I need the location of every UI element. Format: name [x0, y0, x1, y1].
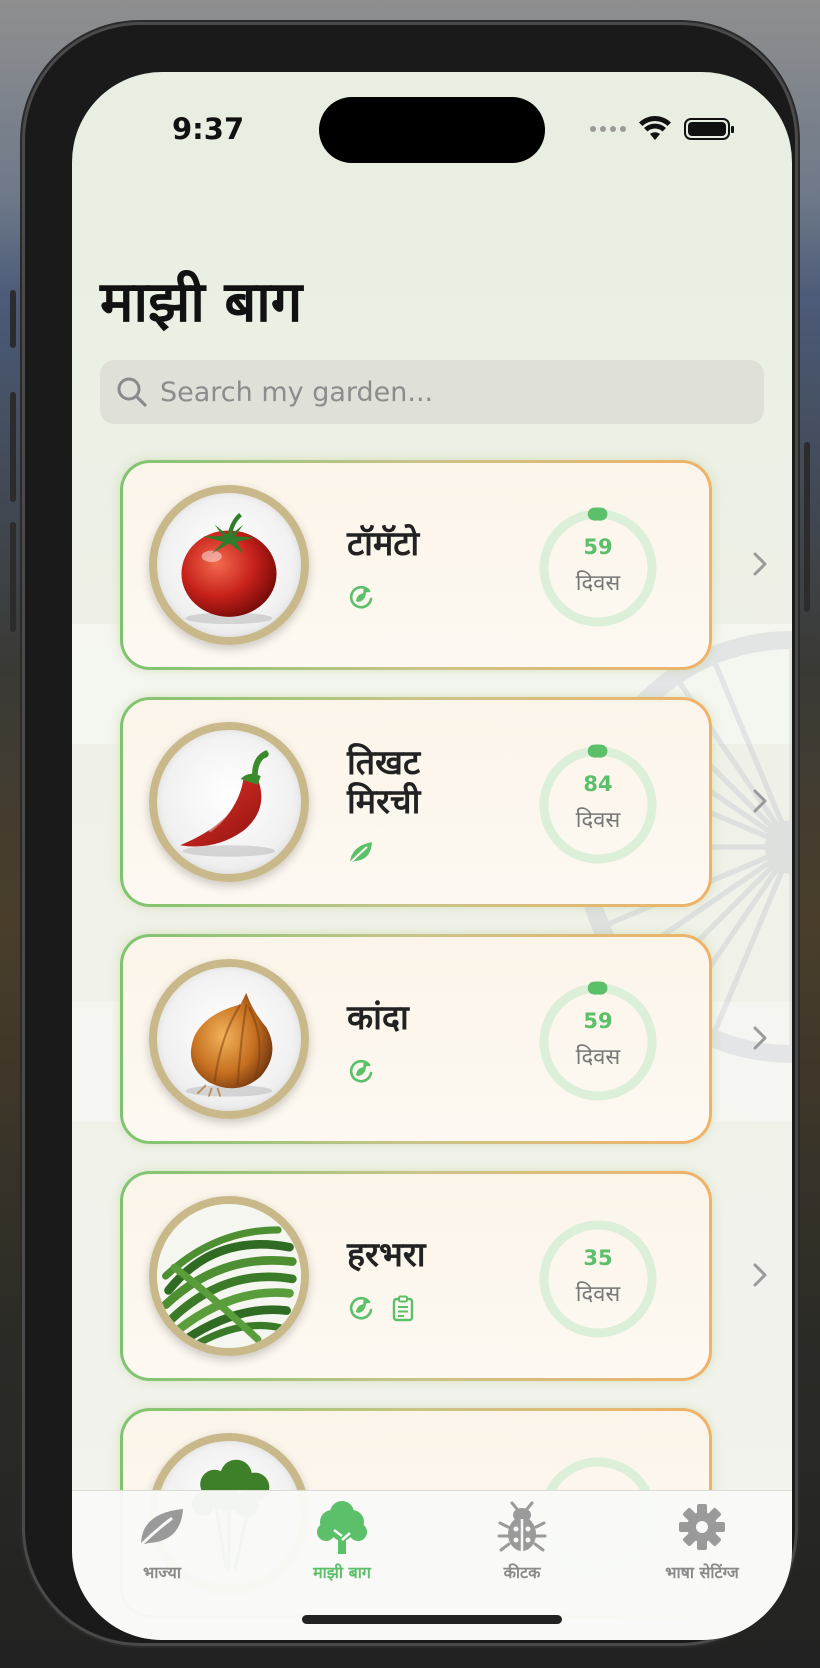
- page-title: माझी बाग: [100, 270, 303, 335]
- tab-vegetables[interactable]: भाज्या: [72, 1491, 252, 1640]
- bug-icon: [494, 1501, 550, 1553]
- plant-card[interactable]: कांदा 59 दिवस: [120, 934, 712, 1144]
- plant-name: हरभरा: [347, 1235, 426, 1275]
- wifi-icon: [639, 116, 671, 140]
- leaf-icon: [347, 838, 375, 866]
- plant-tags: [347, 1057, 375, 1085]
- gear-icon: [674, 1501, 730, 1553]
- plant-card[interactable]: टॉमॅटो 59 दिवस: [120, 460, 712, 670]
- status-indicators: [590, 116, 734, 142]
- battery-icon: [684, 118, 734, 140]
- search-bar[interactable]: [100, 360, 764, 424]
- chevron-right-icon[interactable]: [750, 1261, 770, 1289]
- tab-language-settings[interactable]: भाषा सेटिंग्ज: [612, 1491, 792, 1640]
- days-count: 59: [583, 535, 613, 559]
- app-screen: 9:37 माझी बाग Search my garden... टॉमॅटो…: [72, 72, 792, 1640]
- plant-tags: [347, 1294, 417, 1322]
- plant-name: कांदा: [347, 998, 409, 1038]
- days-progress-ring: 35 दिवस: [535, 1216, 661, 1342]
- plant-name: टॉमॅटो: [347, 524, 420, 564]
- days-progress-ring: 59 दिवस: [535, 979, 661, 1105]
- days-progress-ring: 84 दिवस: [535, 742, 661, 868]
- plant-tags: [347, 838, 375, 866]
- chevron-right-icon[interactable]: [750, 1024, 770, 1052]
- days-count: 84: [583, 772, 613, 796]
- plant-tags: [347, 583, 375, 611]
- side-button-volume-down: [10, 522, 16, 632]
- plant-image: [149, 485, 309, 645]
- rotate-icon: [347, 583, 375, 611]
- days-count: 59: [583, 1009, 613, 1033]
- days-label: दिवस: [575, 1282, 621, 1307]
- plant-name: तिखट मिरची: [347, 743, 421, 823]
- home-indicator[interactable]: [302, 1615, 562, 1624]
- clipboard-icon: [389, 1294, 417, 1322]
- tab-label: कीटक: [503, 1563, 541, 1582]
- side-button-volume-up: [10, 392, 16, 502]
- list-item[interactable]: कांदा 59 दिवस: [72, 934, 792, 1171]
- tab-label: भाषा सेटिंग्ज: [665, 1563, 739, 1582]
- dynamic-island: [319, 97, 545, 163]
- days-count: 35: [583, 1246, 613, 1270]
- list-item[interactable]: हरभरा 35 दिवस: [72, 1171, 792, 1408]
- chevron-right-icon[interactable]: [750, 787, 770, 815]
- list-item[interactable]: टॉमॅटो 59 दिवस: [72, 460, 792, 697]
- tomato-image: [181, 512, 277, 625]
- plant-card[interactable]: हरभरा 35 दिवस: [120, 1171, 712, 1381]
- search-icon: [117, 377, 147, 407]
- days-label: दिवस: [575, 1045, 621, 1070]
- plant-card[interactable]: तिखट मिरची 84 दिवस: [120, 697, 712, 907]
- days-label: दिवस: [575, 571, 621, 596]
- list-item[interactable]: तिखट मिरची 84 दिवस: [72, 697, 792, 934]
- onion-image: [185, 992, 273, 1097]
- plant-image: [149, 722, 309, 882]
- status-time: 9:37: [172, 112, 245, 146]
- days-progress-ring: 59 दिवस: [535, 505, 661, 631]
- chevron-right-icon[interactable]: [750, 550, 770, 578]
- tree-icon: [314, 1501, 370, 1554]
- beans-image: [157, 1204, 301, 1348]
- tab-label: भाज्या: [143, 1563, 181, 1582]
- days-label: दिवस: [575, 808, 621, 833]
- cellular-signal-icon: [590, 126, 626, 132]
- side-button-action: [10, 290, 16, 348]
- rotate-icon: [347, 1294, 375, 1322]
- plant-image: [149, 959, 309, 1119]
- rotate-icon: [347, 1057, 375, 1085]
- phone-frame: 9:37 माझी बाग Search my garden... टॉमॅटो…: [10, 22, 810, 1646]
- chili-image: [180, 750, 276, 857]
- search-input[interactable]: [160, 376, 720, 408]
- leaf-icon: [134, 1501, 190, 1553]
- plant-list[interactable]: टॉमॅटो 59 दिवस तिखट मिरची 84 दिवस कांदा …: [72, 460, 792, 1640]
- side-button-power: [804, 442, 810, 612]
- plant-image: [149, 1196, 309, 1356]
- tab-label: माझी बाग: [313, 1563, 371, 1582]
